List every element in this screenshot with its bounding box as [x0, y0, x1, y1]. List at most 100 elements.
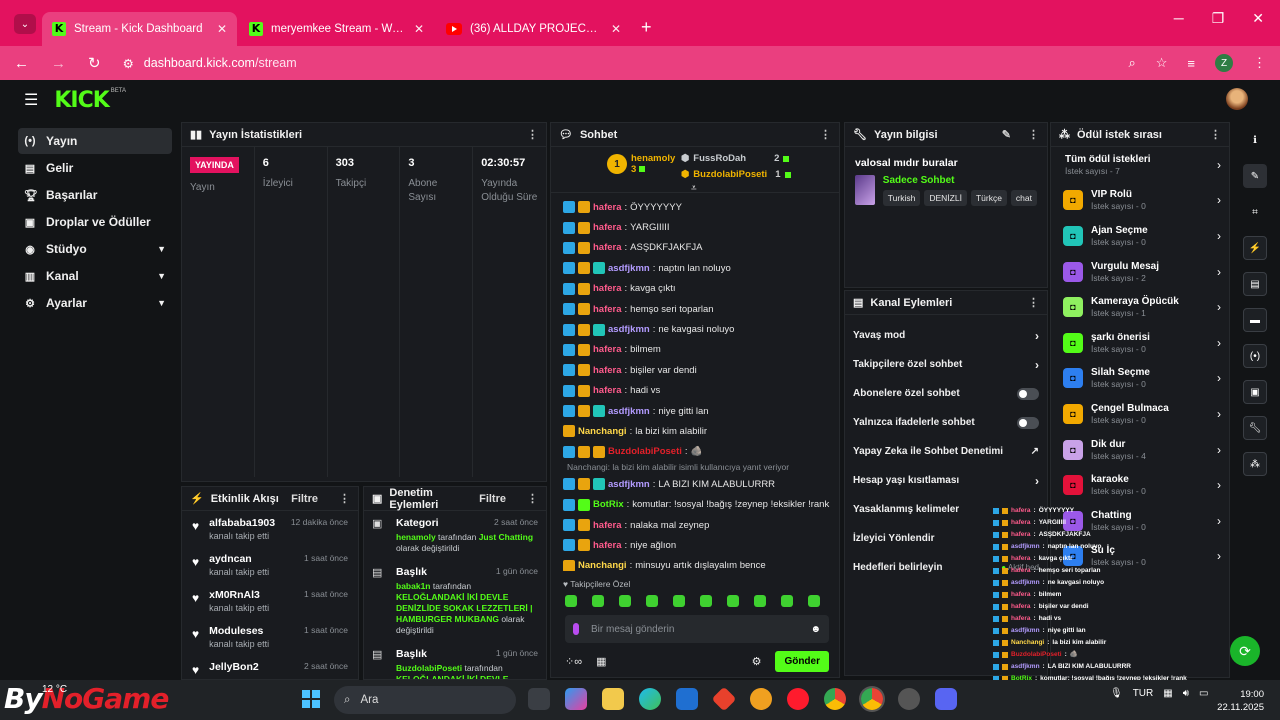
chat-username[interactable]: hafera	[593, 202, 622, 213]
clock[interactable]: 19:00 22.11.2025	[1217, 688, 1264, 714]
menu-icon[interactable]: ☰	[24, 90, 38, 110]
close-window-icon[interactable]: ✕	[1252, 10, 1264, 27]
activity-user[interactable]: Moduleses	[209, 625, 294, 637]
tab-youtube[interactable]: (36) ALLDAY PROJECT - 'ONE M ✕	[436, 12, 631, 46]
chat-message[interactable]: asdfjkmn: niye gitti lan	[563, 401, 827, 421]
chat-message[interactable]: hafera: bilmem	[563, 340, 827, 360]
chat-message[interactable]: asdfjkmn: ne kavgasi noluyo	[563, 319, 827, 339]
reward-item[interactable]: ◘ Dik dur İstek sayısı - 4 ›	[1051, 432, 1229, 468]
chat-username[interactable]: asdfjkmn	[608, 406, 650, 417]
reload-icon[interactable]: ↻	[88, 54, 101, 72]
maximize-icon[interactable]: ❐	[1212, 10, 1225, 27]
lightning-icon[interactable]: ⚡	[1243, 236, 1267, 260]
chat-message[interactable]: Nanchangi: la bizi kim alabilir	[563, 421, 827, 441]
battery-icon[interactable]: ▭	[1199, 688, 1208, 699]
copilot-icon[interactable]	[565, 688, 587, 710]
sidebar-item-basarilar[interactable]: 🏆︎ Başarılar	[18, 182, 172, 208]
chat-message[interactable]: asdfjkmn: LA BIZI KIM ALABULURRR	[563, 474, 827, 494]
wrench-icon[interactable]: 🔧︎	[1243, 416, 1267, 440]
toggle-switch[interactable]	[1017, 387, 1039, 400]
task-view-icon[interactable]	[528, 688, 550, 710]
chat-message[interactable]: hafera: ASŞDKFJAKFJA	[563, 238, 827, 258]
emote-icon[interactable]	[619, 595, 631, 607]
chat-username[interactable]: hafera	[593, 283, 622, 294]
chat-username[interactable]: BuzdolabiPoseti	[608, 446, 682, 457]
document-icon[interactable]: ▤	[1243, 272, 1267, 296]
chat-message[interactable]: hafera: nalaka mal zeynep	[563, 515, 827, 535]
language-indicator[interactable]: TUR	[1133, 688, 1154, 699]
sidebar-item-ayarlar[interactable]: ⚙ Ayarlar ▼	[18, 290, 172, 316]
sidebar-item-droplar[interactable]: ▣ Droplar ve Ödüller	[18, 209, 172, 235]
more-icon[interactable]: ⋮	[527, 492, 538, 505]
chat-username[interactable]: Nanchangi	[578, 560, 627, 571]
chat-username[interactable]: hafera	[593, 540, 622, 551]
chat-message[interactable]: hafera: YARGIIIII	[563, 217, 827, 237]
reward-item[interactable]: ◘ Silah Seçme İstek sayısı - 0 ›	[1051, 361, 1229, 397]
zoom-icon[interactable]: ⌕	[1128, 55, 1135, 71]
emote-icon[interactable]	[673, 595, 685, 607]
sidebar-item-yayin[interactable]: (•) Yayın	[18, 128, 172, 154]
bookmark-star-icon[interactable]: ☆	[1156, 55, 1168, 71]
browser-menu-icon[interactable]: ⋮	[1253, 55, 1266, 71]
moderation-icon[interactable]: ▣	[1243, 380, 1267, 404]
chat-settings-icon[interactable]: ▦	[596, 655, 606, 668]
close-icon[interactable]: ✕	[611, 22, 621, 36]
chat-username[interactable]: hafera	[593, 385, 622, 396]
activity-user[interactable]: alfababa1903	[209, 517, 281, 529]
chat-message[interactable]: hafera: niye ağlıon	[563, 535, 827, 555]
chat-username[interactable]: asdfjkmn	[608, 324, 650, 335]
emote-icon[interactable]	[565, 595, 577, 607]
volume-icon[interactable]: 🔊︎	[1183, 688, 1189, 699]
chat-username[interactable]: hafera	[593, 304, 622, 315]
rewards-icon[interactable]: ⁂	[1243, 452, 1267, 476]
mic-icon[interactable]: 🎙︎	[1110, 688, 1123, 699]
edge-icon[interactable]	[639, 688, 661, 710]
top-gifter-2[interactable]: ⬢ FussRoDah 2	[681, 153, 790, 164]
app-icon[interactable]	[711, 686, 737, 712]
channel-action-item[interactable]: Hesap yaşı kısıtlaması ›	[845, 466, 1047, 495]
taskbar-search[interactable]: ⌕ Ara	[334, 686, 516, 714]
category-name[interactable]: Sadece Sohbet	[883, 175, 1037, 186]
more-icon[interactable]: ⋮	[1028, 296, 1039, 309]
moderation-user[interactable]: henamoly	[396, 532, 436, 542]
chat-username[interactable]: hafera	[593, 222, 622, 233]
edit-layout-icon[interactable]: ✎	[1243, 164, 1267, 188]
user-avatar[interactable]	[1226, 88, 1248, 110]
chrome-icon[interactable]	[824, 688, 846, 710]
chat-username[interactable]: hafera	[593, 242, 622, 253]
chat-username[interactable]: Nanchangi	[578, 426, 627, 437]
profile-avatar[interactable]: Z	[1215, 54, 1233, 72]
screenshot-icon[interactable]: ⌗	[1243, 200, 1267, 224]
reward-item[interactable]: ◘ Vurgulu Mesaj İstek sayısı - 2 ›	[1051, 254, 1229, 290]
edit-icon[interactable]: ✎	[1002, 128, 1011, 141]
reading-list-icon[interactable]: ≡	[1187, 56, 1195, 71]
reward-item[interactable]: ◘ Çengel Bulmaca İstek sayısı - 0 ›	[1051, 396, 1229, 432]
minimize-icon[interactable]: ─	[1174, 10, 1184, 27]
emoji-icon[interactable]: ☻	[810, 624, 821, 635]
activity-user[interactable]: aydncan	[209, 553, 294, 565]
chat-username[interactable]: asdfjkmn	[608, 263, 650, 274]
filter-button[interactable]: Filtre	[291, 493, 318, 505]
obs-icon[interactable]	[898, 688, 920, 710]
chat-username[interactable]: asdfjkmn	[608, 479, 650, 490]
app-icon[interactable]	[750, 688, 772, 710]
chat-username[interactable]: BotRix	[593, 499, 624, 510]
url-field[interactable]: ⚙ dashboard.kick.com/stream	[123, 56, 297, 71]
new-tab-button[interactable]: +	[641, 17, 652, 38]
broadcast-icon[interactable]: (•)	[1243, 344, 1267, 368]
close-icon[interactable]: ✕	[217, 22, 227, 36]
sidebar-item-kanal[interactable]: ▥ Kanal ▼	[18, 263, 172, 289]
reward-item[interactable]: ◘ Kameraya Öpücük İstek sayısı - 1 ›	[1051, 289, 1229, 325]
tab-meryemkee-stream[interactable]: K meryemkee Stream - Watch Live ✕	[239, 12, 434, 46]
chat-username[interactable]: hafera	[593, 365, 622, 376]
emote-icon[interactable]	[646, 595, 658, 607]
more-icon[interactable]: ⋮	[1028, 128, 1039, 141]
emote-icon[interactable]	[700, 595, 712, 607]
kick-logo[interactable]: KICK	[54, 88, 109, 113]
gift-points-icon[interactable]: ⁘∞	[565, 655, 582, 668]
more-icon[interactable]: ⋮	[527, 128, 538, 141]
chat-message[interactable]: BotRix: komutlar: !sosyal !bağış !zeynep …	[563, 494, 829, 514]
chat-message[interactable]: hafera: hemşo seri toparlan	[563, 299, 827, 319]
close-icon[interactable]: ✕	[414, 22, 424, 36]
filter-button[interactable]: Filtre	[479, 493, 506, 505]
